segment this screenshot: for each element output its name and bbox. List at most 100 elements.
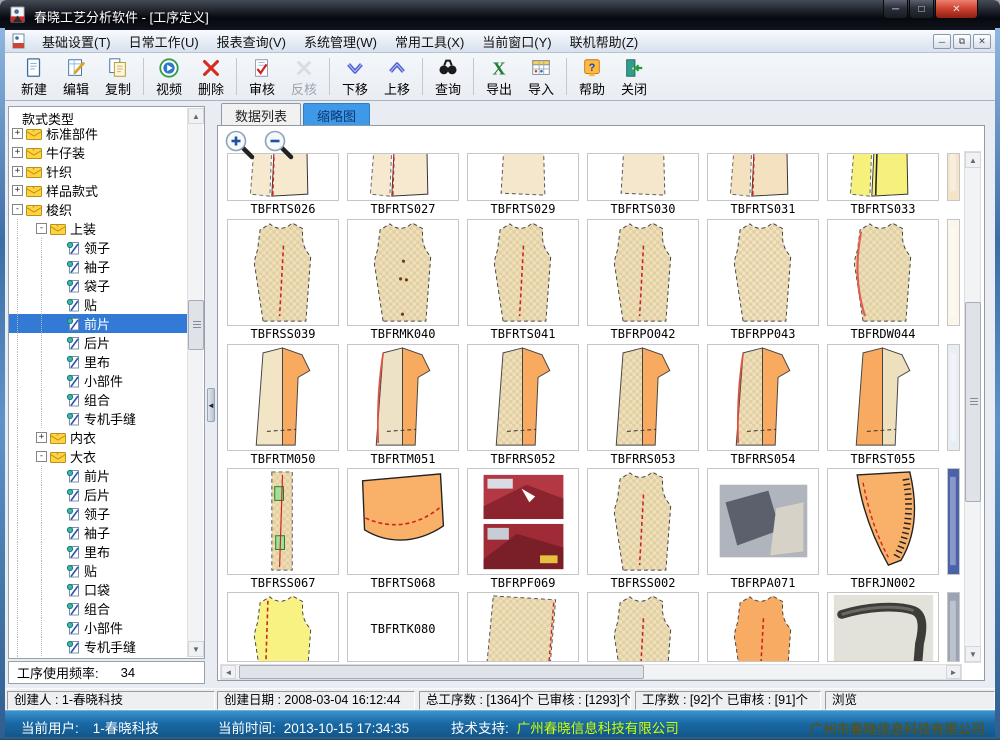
thumbnail-cell[interactable] <box>827 219 939 326</box>
thumbnail-cell[interactable] <box>467 219 579 326</box>
tree-item[interactable]: 领子 <box>9 238 188 257</box>
menu-item-1[interactable]: 日常工作(U) <box>120 30 208 53</box>
thumbnail-cell[interactable] <box>827 592 939 662</box>
thumbnail-cell-partial[interactable] <box>947 219 960 326</box>
tree-scrollbar-thumb[interactable] <box>188 300 204 350</box>
tree-item[interactable]: 后片 <box>9 485 188 504</box>
tree-item[interactable]: 袋子 <box>9 276 188 295</box>
thumbnail-cell[interactable] <box>467 153 579 201</box>
scroll-right-arrow-icon[interactable]: ► <box>946 665 961 679</box>
scroll-up-arrow-icon[interactable]: ▲ <box>965 152 981 168</box>
vertical-scrollbar[interactable]: ▲ ▼ <box>964 151 981 663</box>
toolbar-button-edit[interactable]: 编辑 <box>55 53 97 100</box>
tree-expander-minus-icon[interactable]: - <box>36 223 47 234</box>
scroll-up-arrow-icon[interactable]: ▲ <box>188 108 204 124</box>
thumbnail-cell[interactable] <box>707 344 819 451</box>
vertical-scrollbar-thumb[interactable] <box>965 302 981 502</box>
maximize-button[interactable]: □ <box>909 0 934 19</box>
toolbar-button-search[interactable]: 查询 <box>427 53 469 100</box>
mdi-restore-button[interactable]: ⧉ <box>953 34 971 49</box>
tree-item[interactable]: 专机手缝 <box>9 409 188 428</box>
tree-item-selected[interactable]: 前片 <box>9 314 188 333</box>
panel-splitter[interactable]: ◄ <box>205 106 217 684</box>
thumbnail-cell[interactable] <box>587 468 699 575</box>
thumbnail-cell[interactable] <box>227 344 339 451</box>
toolbar-button-import[interactable]: 导入 <box>520 53 562 100</box>
thumbnail-cell[interactable] <box>227 468 339 575</box>
thumbnail-cell[interactable] <box>587 592 699 662</box>
close-button[interactable]: ✕ <box>935 0 978 19</box>
tree-item[interactable]: +连衣裙 <box>9 656 188 659</box>
tree-item[interactable]: +内衣 <box>9 428 188 447</box>
tree-expander-plus-icon[interactable]: + <box>12 128 23 139</box>
thumbnail-cell[interactable] <box>587 344 699 451</box>
tree-item[interactable]: 里布 <box>9 542 188 561</box>
tree-item[interactable]: 专机手缝 <box>9 637 188 656</box>
tree-expander-plus-icon[interactable]: + <box>12 166 23 177</box>
thumbnail-cell[interactable] <box>707 153 819 201</box>
thumbnail-cell[interactable] <box>827 344 939 451</box>
tree-expander-plus-icon[interactable]: + <box>36 432 47 443</box>
thumbnail-cell[interactable] <box>347 468 459 575</box>
tree-expander-plus-icon[interactable]: + <box>12 185 23 196</box>
tree-item[interactable]: 贴 <box>9 295 188 314</box>
tree-item[interactable]: 组合 <box>9 390 188 409</box>
thumbnail-cell[interactable]: TBFRTK080 <box>347 592 459 662</box>
thumbnail-cell[interactable] <box>707 468 819 575</box>
thumbnail-cell[interactable] <box>827 153 939 201</box>
toolbar-button-export[interactable]: X导出 <box>478 53 520 100</box>
tree-item[interactable]: +针织 <box>9 162 188 181</box>
menu-item-4[interactable]: 常用工具(X) <box>386 30 473 53</box>
tree-item[interactable]: +牛仔装 <box>9 143 188 162</box>
splitter-collapse-icon[interactable]: ◄ <box>207 388 215 422</box>
tree-item[interactable]: 小部件 <box>9 371 188 390</box>
thumbnail-cell[interactable] <box>347 344 459 451</box>
tree-item[interactable]: -大衣 <box>9 447 188 466</box>
thumbnail-cell[interactable] <box>587 153 699 201</box>
toolbar-button-delete[interactable]: 删除 <box>190 53 232 100</box>
tab-thumbnails[interactable]: 缩略图 <box>303 103 370 125</box>
thumbnail-cell[interactable] <box>227 219 339 326</box>
toolbar-button-audit[interactable]: 审核 <box>241 53 283 100</box>
toolbar-button-new[interactable]: 新建 <box>13 53 55 100</box>
thumbnail-cell[interactable] <box>467 468 579 575</box>
thumbnail-cell-partial[interactable] <box>947 344 960 451</box>
toolbar-button-video[interactable]: 视频 <box>148 53 190 100</box>
toolbar-button-copy[interactable]: 复制 <box>97 53 139 100</box>
tree-item[interactable]: 后片 <box>9 333 188 352</box>
toolbar-button-help[interactable]: ?帮助 <box>571 53 613 100</box>
tree-expander-plus-icon[interactable]: + <box>12 147 23 158</box>
toolbar-button-down[interactable]: 下移 <box>334 53 376 100</box>
tree-item[interactable]: 里布 <box>9 352 188 371</box>
menu-item-2[interactable]: 报表查询(V) <box>208 30 295 53</box>
menu-item-3[interactable]: 系统管理(W) <box>295 30 386 53</box>
mdi-close-button[interactable]: ✕ <box>973 34 991 49</box>
thumbnail-cell-partial[interactable] <box>947 592 960 662</box>
thumbnail-cell[interactable] <box>467 344 579 451</box>
zoom-in-icon[interactable] <box>223 128 257 162</box>
menu-item-5[interactable]: 当前窗口(Y) <box>473 30 560 53</box>
thumbnail-cell[interactable] <box>707 592 819 662</box>
tree-item[interactable]: 前片 <box>9 466 188 485</box>
thumbnail-cell[interactable] <box>347 153 459 201</box>
tree-scrollbar[interactable]: ▲ ▼ <box>187 108 203 657</box>
thumbnail-cell[interactable] <box>347 219 459 326</box>
thumbnail-cell[interactable] <box>707 219 819 326</box>
tree-item[interactable]: 贴 <box>9 561 188 580</box>
mdi-minimize-button[interactable]: ─ <box>933 34 951 49</box>
minimize-button[interactable]: ─ <box>883 0 908 19</box>
toolbar-button-closedoor[interactable]: 关闭 <box>613 53 655 100</box>
tree-item[interactable]: 袖子 <box>9 523 188 542</box>
thumbnail-cell-partial[interactable] <box>947 468 960 575</box>
tree-item[interactable]: 组合 <box>9 599 188 618</box>
menu-item-6[interactable]: 联机帮助(Z) <box>561 30 648 53</box>
menu-item-0[interactable]: 基础设置(T) <box>33 30 120 53</box>
scroll-down-arrow-icon[interactable]: ▼ <box>965 646 981 662</box>
title-bar[interactable]: 春晓工艺分析软件 - [工序定义] ─□✕ <box>0 0 1000 30</box>
scroll-left-arrow-icon[interactable]: ◄ <box>221 665 236 679</box>
thumbnail-cell[interactable] <box>827 468 939 575</box>
thumbnail-cell[interactable] <box>587 219 699 326</box>
thumbnail-cell[interactable] <box>467 592 579 662</box>
tree-item[interactable]: 小部件 <box>9 618 188 637</box>
tree-item[interactable]: -梭织 <box>9 200 188 219</box>
